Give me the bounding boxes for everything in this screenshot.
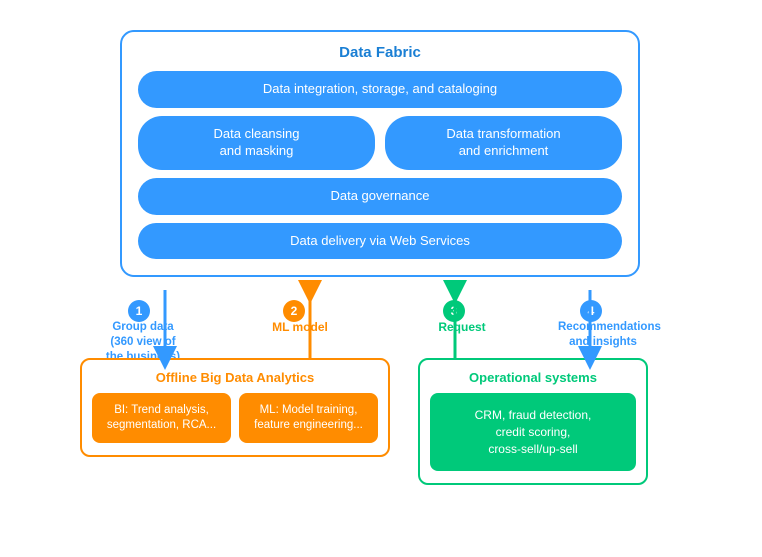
diagram-container: Data Fabric Data integration, storage, a… [0,0,762,557]
operational-title: Operational systems [430,370,636,385]
ml-btn: ML: Model training, feature engineering.… [239,393,378,443]
offline-inner-row: BI: Trend analysis, segmentation, RCA...… [92,393,378,443]
crm-btn: CRM, fraud detection,credit scoring,cros… [430,393,636,471]
fabric-row-2: Data cleansingand masking Data transform… [138,116,622,170]
offline-title: Offline Big Data Analytics [92,370,378,385]
step1-badge: 1 [128,300,150,322]
delivery-btn: Data delivery via Web Services [138,223,622,260]
transformation-btn: Data transformationand enrichment [385,116,622,170]
data-fabric-title: Data Fabric [138,44,622,61]
fabric-row-4: Data delivery via Web Services [138,223,622,260]
fabric-row-1: Data integration, storage, and catalogin… [138,71,622,108]
cleansing-btn: Data cleansingand masking [138,116,375,170]
fabric-row-3: Data governance [138,178,622,215]
step2-label: ML model [270,320,330,336]
step3-label: Request [432,320,492,336]
step4-badge: 4 [580,300,602,322]
step3-badge: 3 [443,300,465,322]
step2-badge: 2 [283,300,305,322]
offline-box: Offline Big Data Analytics BI: Trend ana… [80,358,390,457]
integration-btn: Data integration, storage, and catalogin… [138,71,622,108]
step4-label: Recommendationsand insights [558,320,648,350]
operational-box: Operational systems CRM, fraud detection… [418,358,648,485]
data-fabric-box: Data Fabric Data integration, storage, a… [120,30,640,277]
bi-btn: BI: Trend analysis, segmentation, RCA... [92,393,231,443]
governance-btn: Data governance [138,178,622,215]
